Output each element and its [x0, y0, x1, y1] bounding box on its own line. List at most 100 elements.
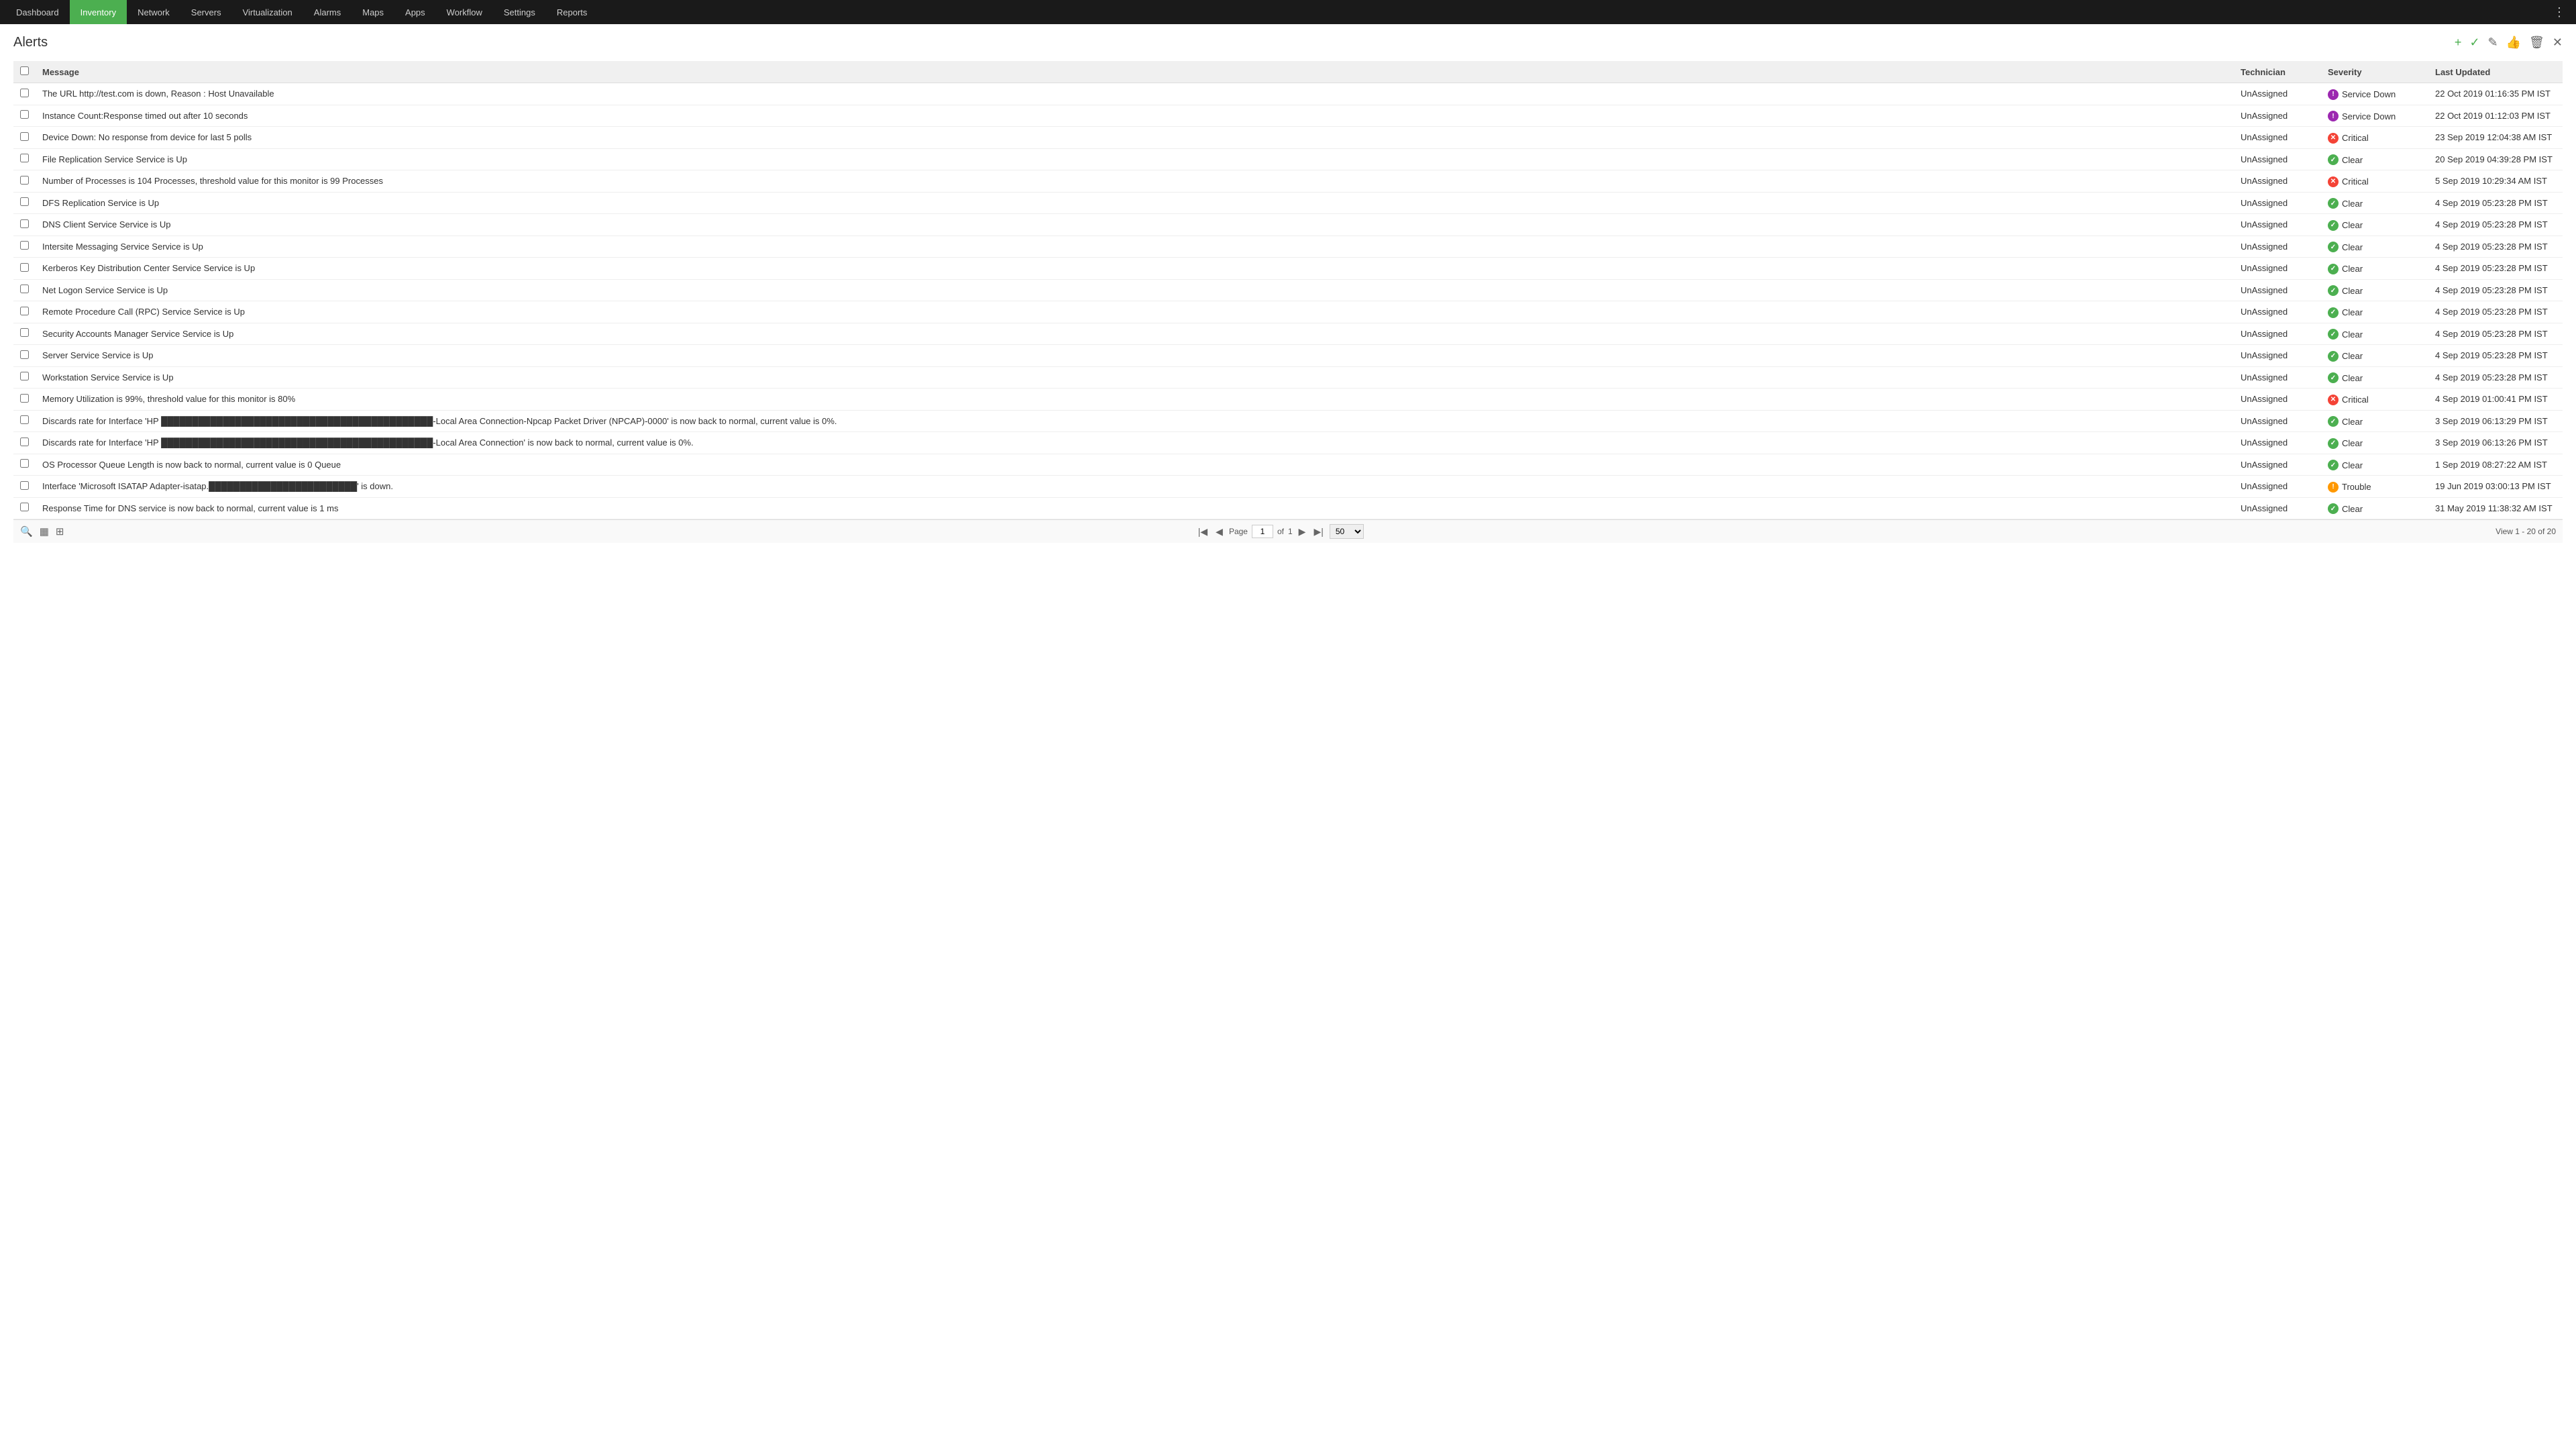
nav-item-virtualization[interactable]: Virtualization: [232, 0, 303, 24]
first-page-btn[interactable]: |◀: [1196, 526, 1210, 537]
row-severity-16: ✓ Clear: [2321, 432, 2428, 454]
row-severity-10: ✓ Clear: [2321, 301, 2428, 323]
row-technician-13: UnAssigned: [2234, 366, 2321, 389]
last-page-btn[interactable]: ▶|: [1311, 526, 1325, 537]
close-button[interactable]: ✕: [2553, 36, 2563, 50]
row-checkbox-18[interactable]: [20, 481, 29, 490]
row-checkbox-16[interactable]: [20, 438, 29, 446]
nav-item-dashboard[interactable]: Dashboard: [5, 0, 70, 24]
row-severity-12: ✓ Clear: [2321, 345, 2428, 367]
row-severity-0: ! Service Down: [2321, 83, 2428, 105]
search-icon[interactable]: 🔍: [20, 525, 33, 537]
select-all-checkbox[interactable]: [20, 66, 29, 75]
row-severity-11: ✓ Clear: [2321, 323, 2428, 345]
thumbsup-button[interactable]: 👍: [2506, 36, 2521, 50]
approve-button[interactable]: ✓: [2469, 36, 2479, 50]
row-technician-3: UnAssigned: [2234, 148, 2321, 170]
row-checkbox-5[interactable]: [20, 197, 29, 206]
row-technician-0: UnAssigned: [2234, 83, 2321, 105]
nav-item-inventory[interactable]: Inventory: [70, 0, 127, 24]
table-row: Intersite Messaging Service Service is U…: [13, 236, 2563, 258]
row-lastupdated-19: 31 May 2019 11:38:32 AM IST: [2428, 497, 2563, 519]
page-size-select[interactable]: 50 25 100: [1330, 524, 1364, 539]
severity-icon-4: ✕: [2328, 176, 2339, 187]
nav-item-apps[interactable]: Apps: [394, 0, 436, 24]
row-technician-9: UnAssigned: [2234, 279, 2321, 301]
row-message-5: DFS Replication Service is Up: [36, 192, 2234, 214]
of-label: of: [1277, 527, 1284, 536]
nav-items-container: Dashboard Inventory Network Servers Virt…: [5, 0, 598, 24]
navbar-more-icon[interactable]: ⋮: [2548, 5, 2571, 19]
table-row: Server Service Service is Up UnAssigned …: [13, 345, 2563, 367]
nav-item-alarms[interactable]: Alarms: [303, 0, 352, 24]
row-lastupdated-0: 22 Oct 2019 01:16:35 PM IST: [2428, 83, 2563, 105]
severity-label-2: Critical: [2342, 133, 2369, 143]
row-checkbox-7[interactable]: [20, 241, 29, 250]
row-lastupdated-7: 4 Sep 2019 05:23:28 PM IST: [2428, 236, 2563, 258]
row-lastupdated-16: 3 Sep 2019 06:13:26 PM IST: [2428, 432, 2563, 454]
row-checkbox-19[interactable]: [20, 503, 29, 511]
page-input[interactable]: [1252, 525, 1273, 538]
row-checkbox-8[interactable]: [20, 263, 29, 272]
row-severity-18: ! Trouble: [2321, 476, 2428, 498]
severity-icon-1: !: [2328, 111, 2339, 121]
table-row: Security Accounts Manager Service Servic…: [13, 323, 2563, 345]
next-page-btn[interactable]: ▶: [1297, 526, 1308, 537]
row-lastupdated-17: 1 Sep 2019 08:27:22 AM IST: [2428, 454, 2563, 476]
nav-item-reports[interactable]: Reports: [546, 0, 598, 24]
row-checkbox-4[interactable]: [20, 176, 29, 185]
nav-item-workflow[interactable]: Workflow: [436, 0, 493, 24]
row-lastupdated-15: 3 Sep 2019 06:13:29 PM IST: [2428, 410, 2563, 432]
delete-button[interactable]: 🗑: [2529, 36, 2544, 50]
row-severity-13: ✓ Clear: [2321, 366, 2428, 389]
row-message-13: Workstation Service Service is Up: [36, 366, 2234, 389]
row-checkbox-0[interactable]: [20, 89, 29, 97]
row-message-0: The URL http://test.com is down, Reason …: [36, 83, 2234, 105]
row-technician-5: UnAssigned: [2234, 192, 2321, 214]
severity-label-17: Clear: [2342, 460, 2363, 470]
row-lastupdated-3: 20 Sep 2019 04:39:28 PM IST: [2428, 148, 2563, 170]
edit-button[interactable]: ✎: [2488, 36, 2498, 50]
row-checkbox-14[interactable]: [20, 394, 29, 403]
severity-label-9: Clear: [2342, 286, 2363, 296]
severity-icon-7: ✓: [2328, 242, 2339, 252]
nav-item-maps[interactable]: Maps: [352, 0, 394, 24]
row-checkbox-17[interactable]: [20, 459, 29, 468]
row-checkbox-15[interactable]: [20, 415, 29, 424]
severity-label-0: Service Down: [2342, 89, 2396, 99]
main-content: Alerts + ✓ ✎ 👍 🗑 ✕ Message Technician Se…: [0, 24, 2576, 1436]
severity-label-15: Clear: [2342, 417, 2363, 427]
row-message-18: Interface 'Microsoft ISATAP Adapter-isat…: [36, 476, 2234, 498]
nav-item-settings[interactable]: Settings: [493, 0, 546, 24]
table-icon[interactable]: ▦: [40, 525, 49, 537]
row-checkbox-3[interactable]: [20, 154, 29, 162]
row-checkbox-2[interactable]: [20, 132, 29, 141]
row-checkbox-12[interactable]: [20, 350, 29, 359]
nav-item-network[interactable]: Network: [127, 0, 180, 24]
prev-page-btn[interactable]: ◀: [1214, 526, 1225, 537]
row-technician-17: UnAssigned: [2234, 454, 2321, 476]
table-body: The URL http://test.com is down, Reason …: [13, 83, 2563, 519]
nav-item-servers[interactable]: Servers: [180, 0, 232, 24]
row-lastupdated-10: 4 Sep 2019 05:23:28 PM IST: [2428, 301, 2563, 323]
row-checkbox-10[interactable]: [20, 307, 29, 315]
table-row: Discards rate for Interface 'HP ████████…: [13, 410, 2563, 432]
row-checkbox-11[interactable]: [20, 328, 29, 337]
add-button[interactable]: +: [2455, 36, 2462, 50]
table-row: Discards rate for Interface 'HP ████████…: [13, 432, 2563, 454]
row-checkbox-1[interactable]: [20, 110, 29, 119]
row-technician-8: UnAssigned: [2234, 258, 2321, 280]
severity-icon-19: ✓: [2328, 503, 2339, 514]
table-row: DNS Client Service Service is Up UnAssig…: [13, 214, 2563, 236]
row-message-1: Instance Count:Response timed out after …: [36, 105, 2234, 127]
severity-icon-18: !: [2328, 482, 2339, 493]
row-checkbox-6[interactable]: [20, 219, 29, 228]
row-checkbox-9[interactable]: [20, 285, 29, 293]
table-row: Net Logon Service Service is Up UnAssign…: [13, 279, 2563, 301]
row-checkbox-13[interactable]: [20, 372, 29, 380]
row-technician-7: UnAssigned: [2234, 236, 2321, 258]
severity-icon-14: ✕: [2328, 395, 2339, 405]
footer-pagination: |◀ ◀ Page of 1 ▶ ▶| 50 25 100: [1196, 524, 1364, 539]
export-icon[interactable]: ⊞: [56, 525, 64, 537]
row-severity-14: ✕ Critical: [2321, 389, 2428, 411]
